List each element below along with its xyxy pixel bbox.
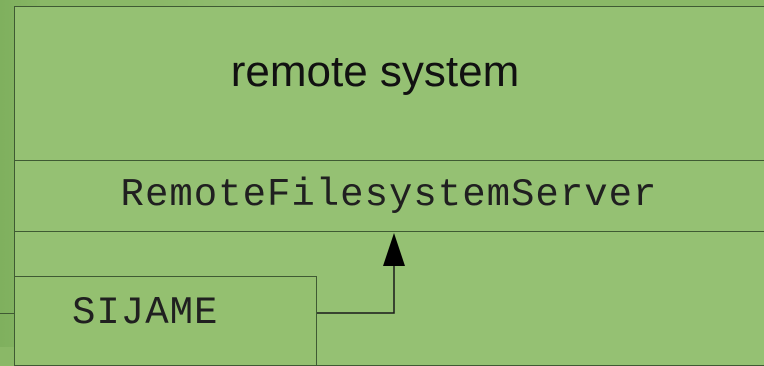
- component-title: remote system: [230, 47, 520, 96]
- remote-filesystem-server-class: RemoteFilesystemServer: [120, 173, 658, 217]
- class-divider-bottom: [14, 231, 764, 232]
- sijame-label: SIJAME: [72, 291, 219, 335]
- class-divider-top: [14, 160, 764, 161]
- connector-stub: [0, 313, 14, 314]
